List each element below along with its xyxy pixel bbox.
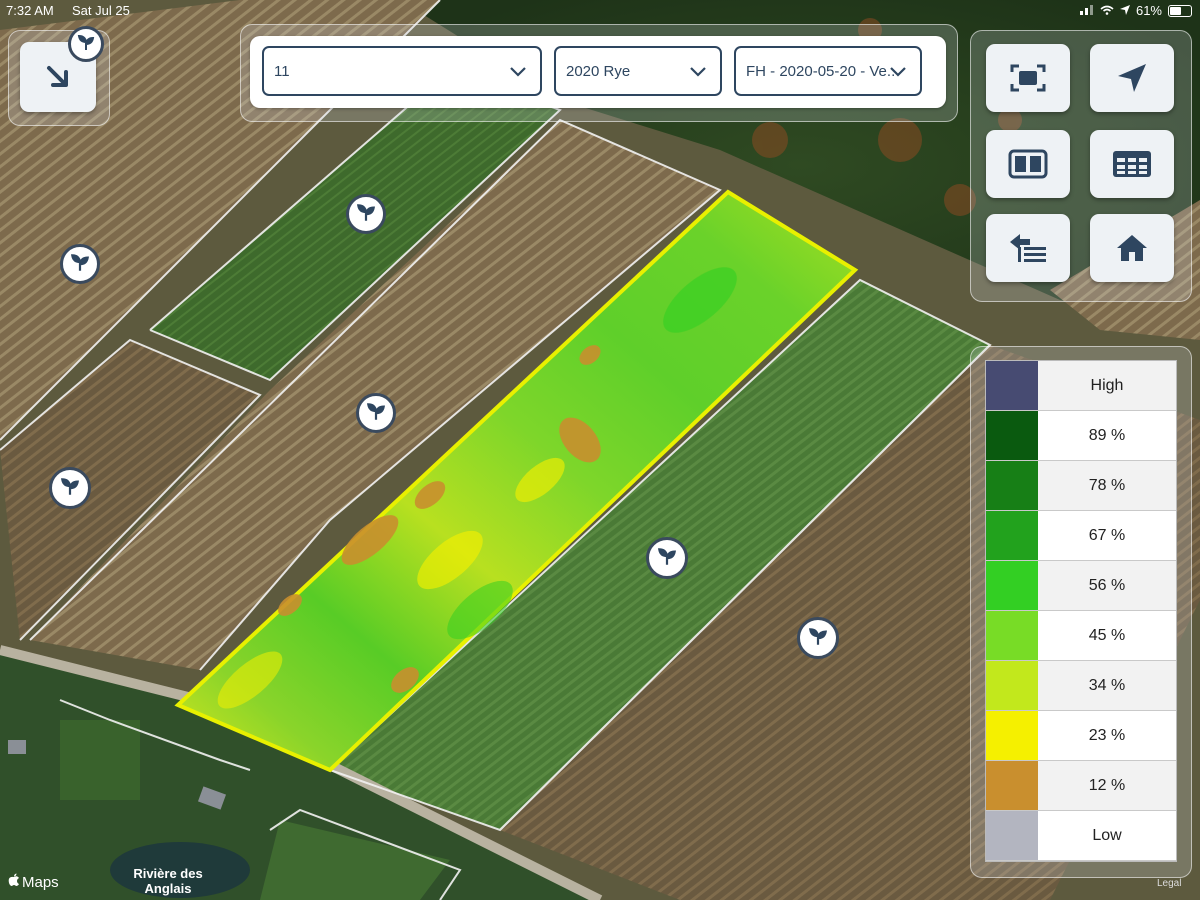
legend-swatch <box>986 611 1038 660</box>
apple-logo-icon <box>8 873 20 891</box>
legend-swatch <box>986 461 1038 510</box>
location-status-icon <box>1119 3 1130 18</box>
status-date: Sat Jul 25 <box>72 3 130 18</box>
maps-label: Maps <box>22 873 59 891</box>
status-time: 7:32 AM <box>6 3 54 18</box>
fullscreen-button[interactable] <box>986 44 1070 112</box>
battery-percent: 61% <box>1135 3 1162 18</box>
split-view-button[interactable] <box>986 130 1070 198</box>
table-icon <box>1111 149 1153 179</box>
legend-label: 23 % <box>1038 711 1176 760</box>
legend-swatch <box>986 761 1038 810</box>
crop-select[interactable]: 2020 Rye <box>554 46 722 96</box>
legend-swatch <box>986 411 1038 460</box>
crop-select-value: 2020 Rye <box>566 63 631 80</box>
layers-back-button[interactable] <box>986 214 1070 282</box>
legend-swatch <box>986 711 1038 760</box>
table-view-button[interactable] <box>1090 130 1174 198</box>
legend-label: 12 % <box>1038 761 1176 810</box>
legend-swatch <box>986 561 1038 610</box>
legend-row: High <box>986 361 1176 411</box>
field-marker[interactable] <box>646 537 688 579</box>
split-view-icon <box>1008 149 1048 179</box>
field-select[interactable]: 11 <box>262 46 542 96</box>
filter-bar: 11 2020 Rye FH - 2020-05-20 - Ve... <box>250 36 946 108</box>
field-marker[interactable] <box>68 26 104 62</box>
legend-swatch <box>986 661 1038 710</box>
chevron-down-icon <box>890 64 906 82</box>
plant-icon <box>355 201 377 228</box>
legend-label: Low <box>1038 811 1176 860</box>
legend-label: 67 % <box>1038 511 1176 560</box>
legend-row: 78 % <box>986 461 1176 511</box>
home-icon <box>1115 233 1149 263</box>
chevron-down-icon <box>690 64 706 82</box>
legend-label: 89 % <box>1038 411 1176 460</box>
plant-icon <box>76 32 96 57</box>
status-right: 61% <box>1079 3 1192 18</box>
field-marker[interactable] <box>797 617 839 659</box>
legend-label: 78 % <box>1038 461 1176 510</box>
legend-swatch <box>986 511 1038 560</box>
locate-button[interactable] <box>1090 44 1174 112</box>
legend-row: 89 % <box>986 411 1176 461</box>
field-marker[interactable] <box>346 194 386 234</box>
legend-swatch <box>986 811 1038 860</box>
legend-row: 34 % <box>986 661 1176 711</box>
status-bar: 7:32 AM Sat Jul 25 61% <box>0 0 1200 22</box>
plant-icon <box>807 625 829 652</box>
legend-row: 12 % <box>986 761 1176 811</box>
field-marker[interactable] <box>60 244 100 284</box>
plant-icon <box>59 475 81 502</box>
legal-link[interactable]: Legal <box>1157 878 1181 889</box>
field-select-value: 11 <box>274 63 290 80</box>
maps-attribution: Maps <box>8 873 59 891</box>
wifi-icon <box>1100 3 1114 18</box>
legend-label: High <box>1038 361 1176 410</box>
battery-icon <box>1168 4 1192 17</box>
layer-select[interactable]: FH - 2020-05-20 - Ve... <box>734 46 922 96</box>
place-label: Rivière des Anglais <box>118 866 218 896</box>
yield-legend: High 89 % 78 % 67 % 56 % 45 % 34 % 23 % 12 % Low <box>985 360 1177 862</box>
legend-label: 45 % <box>1038 611 1176 660</box>
legend-row: 23 % <box>986 711 1176 761</box>
legend-row: 67 % <box>986 511 1176 561</box>
fullscreen-icon <box>1010 63 1046 93</box>
plant-icon <box>656 545 678 572</box>
legend-row: 56 % <box>986 561 1176 611</box>
field-marker[interactable] <box>356 393 396 433</box>
layer-select-value: FH - 2020-05-20 - Ve... <box>746 63 896 80</box>
legend-swatch <box>986 361 1038 410</box>
legend-label: 34 % <box>1038 661 1176 710</box>
arrow-down-right-icon <box>45 64 71 90</box>
legend-row: 45 % <box>986 611 1176 661</box>
chevron-down-icon <box>510 64 526 82</box>
home-button[interactable] <box>1090 214 1174 282</box>
plant-icon <box>365 400 387 427</box>
place-label-line-2: Anglais <box>144 881 192 896</box>
layers-back-icon <box>1008 232 1048 264</box>
place-label-line-1: Rivière des <box>133 866 203 881</box>
locate-icon <box>1116 62 1148 94</box>
signal-icon <box>1079 3 1094 18</box>
plant-icon <box>69 251 91 278</box>
legend-row: Low <box>986 811 1176 861</box>
legend-label: 56 % <box>1038 561 1176 610</box>
field-marker[interactable] <box>49 467 91 509</box>
